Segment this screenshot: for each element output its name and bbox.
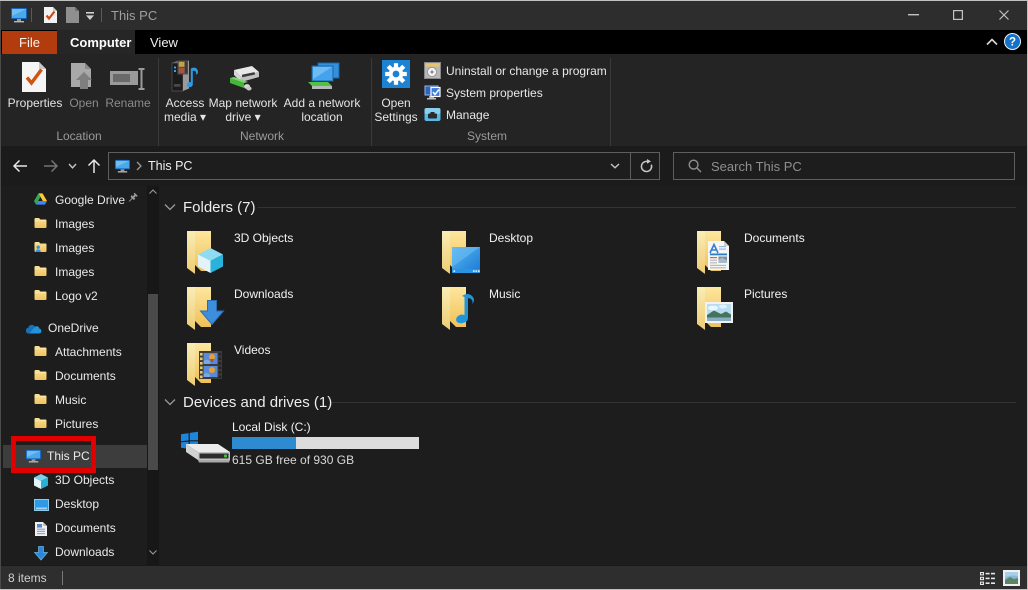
svg-text:?: ? — [1009, 37, 1016, 49]
